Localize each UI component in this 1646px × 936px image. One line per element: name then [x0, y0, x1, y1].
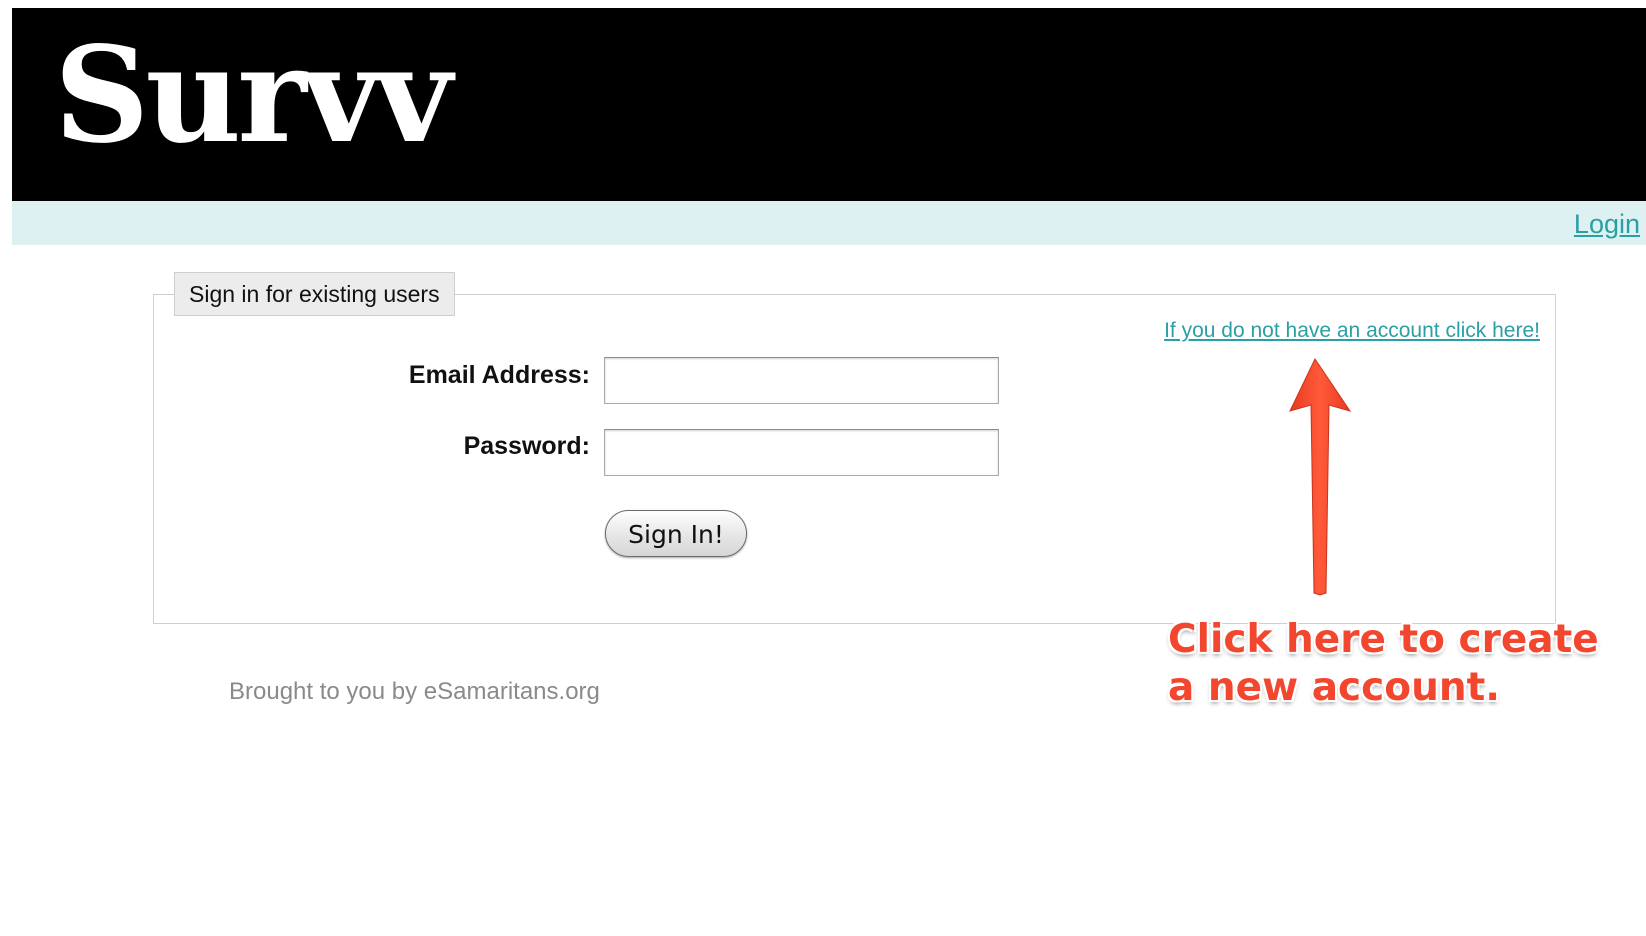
password-label: Password: — [463, 432, 590, 460]
signin-legend: Sign in for existing users — [174, 272, 455, 316]
site-header: Survv — [12, 8, 1646, 201]
create-account-link[interactable]: If you do not have an account click here… — [1164, 318, 1540, 344]
top-nav-bar: Login — [12, 201, 1646, 245]
password-field[interactable] — [604, 429, 999, 476]
survv-login-page: Survv Login Sign in for existing users I… — [0, 0, 1646, 936]
email-field[interactable] — [604, 357, 999, 404]
annotation-callout: Click here to create a new account. — [1168, 617, 1599, 710]
login-nav-link[interactable]: Login — [1574, 209, 1640, 239]
footer-credit: Brought to you by eSamaritans.org — [229, 678, 600, 705]
sign-in-button[interactable]: Sign In! — [605, 510, 747, 557]
up-arrow-icon — [1289, 357, 1352, 596]
site-logo[interactable]: Survv — [54, 16, 452, 176]
email-label: Email Address: — [408, 361, 590, 389]
